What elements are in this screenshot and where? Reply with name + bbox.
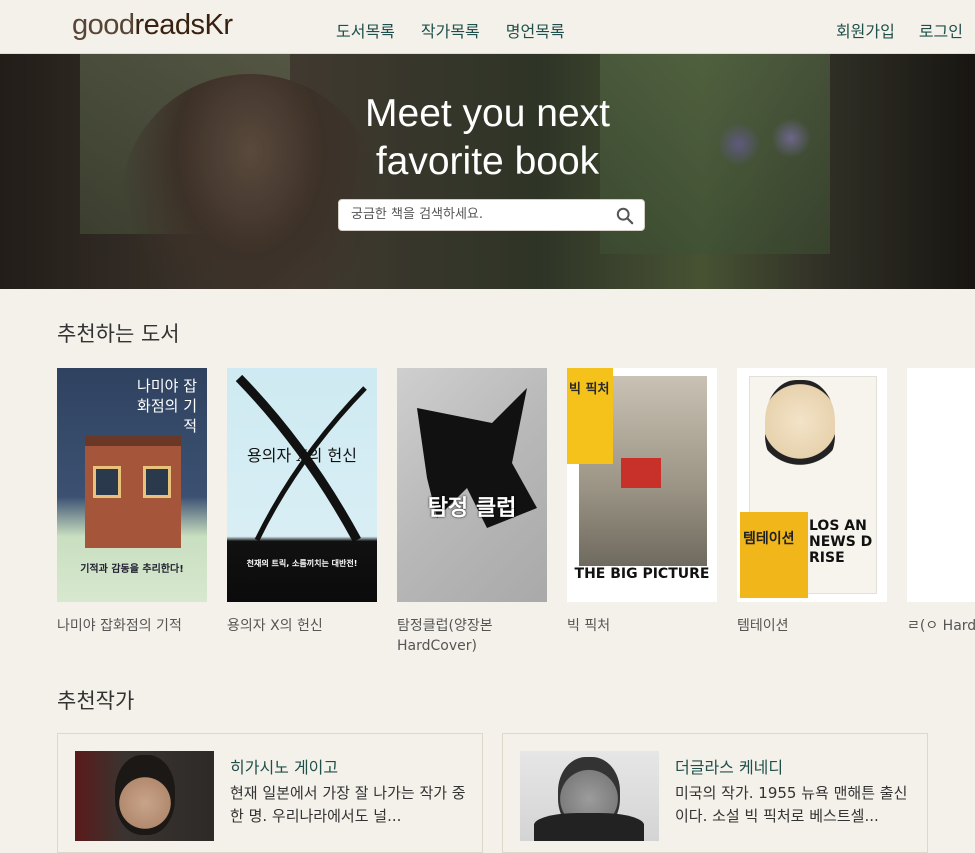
book-cover[interactable]: 빅 픽처 THE BIG PICTURE xyxy=(567,368,717,602)
logo-part-readskr: readsKr xyxy=(134,9,234,41)
cover-tagline: LOS AN NEWS D RISE xyxy=(809,518,873,566)
cover-face-illustration xyxy=(765,380,835,472)
search-input[interactable] xyxy=(351,207,611,222)
cover-title: 빅 픽처 xyxy=(569,382,610,397)
book-title[interactable]: 템테이션 xyxy=(737,616,887,636)
signup-link[interactable]: 회원가입 xyxy=(836,18,895,42)
author-face xyxy=(115,755,175,835)
nav-author-list[interactable]: 작가목록 xyxy=(421,18,480,42)
author-card[interactable]: 히가시노 게이고 현재 일본에서 가장 잘 나가는 작가 중 한 명. 우리나라… xyxy=(57,733,483,853)
book-title[interactable]: ㄹ(ㅇ HardCover) xyxy=(907,616,975,636)
book-cover[interactable]: 탐정 클럽 xyxy=(397,368,547,602)
search-icon[interactable] xyxy=(616,207,634,225)
author-description: 현재 일본에서 가장 잘 나가는 작가 중 한 명. 우리나라에서도 널... xyxy=(230,784,466,825)
cover-window xyxy=(93,466,121,498)
cover-window xyxy=(143,466,171,498)
book-cover[interactable]: 템테이션 LOS AN NEWS D RISE xyxy=(737,368,887,602)
cover-title: 나미야 잡화점의 기적 xyxy=(137,377,197,435)
book-cover[interactable]: 나미야 잡화점의 기적 기적과 감동을 추리한다! xyxy=(57,368,207,602)
cover-title: 템테이션 xyxy=(743,531,795,547)
book-card[interactable]: 빅 픽처 THE BIG PICTURE 빅 픽처 xyxy=(567,368,717,636)
book-title[interactable]: 나미야 잡화점의 기적 xyxy=(57,616,207,636)
author-card[interactable]: 더글라스 케네디 미국의 작가. 1955 뉴욕 맨해튼 출신이다. 소설 빅 … xyxy=(502,733,928,853)
book-card[interactable]: 나미야 잡화점의 기적 기적과 감동을 추리한다! 나미야 잡화점의 기적 xyxy=(57,368,207,636)
login-link[interactable]: 로그인 xyxy=(919,18,963,42)
cover-tagline: 천재의 트릭, 소름끼치는 대반전! xyxy=(246,559,358,568)
hero-title: Meet you next favorite book xyxy=(0,90,975,186)
cover-title: 용의자 X의 헌신 xyxy=(247,446,357,465)
author-photo[interactable] xyxy=(75,751,214,841)
author-name[interactable]: 더글라스 케네디 xyxy=(675,754,783,778)
book-card[interactable]: 용의자 X의 헌신 천재의 트릭, 소름끼치는 대반전! 용의자 X의 헌신 xyxy=(227,368,377,636)
cover-tagline: THE BIG PICTURE xyxy=(574,566,710,582)
auth-links: 회원가입 로그인 xyxy=(836,18,963,42)
cover-tagline: 기적과 감동을 추리한다! xyxy=(80,564,184,575)
book-card[interactable]: ㄹ(ㅇ HardCover) xyxy=(907,368,975,636)
site-logo[interactable]: goodreadsKr xyxy=(72,9,233,42)
hero-title-line2: favorite book xyxy=(375,140,600,183)
cover-red-camera xyxy=(621,458,661,488)
nav-quote-list[interactable]: 명언목록 xyxy=(506,18,565,42)
recommended-authors-heading: 추천작가 xyxy=(57,689,135,713)
cover-yellow-block xyxy=(740,512,808,598)
book-title[interactable]: 탐정클럽(양장본 HardCover) xyxy=(397,616,547,656)
search-box xyxy=(338,199,645,231)
cover-running-figure xyxy=(417,388,537,528)
author-name[interactable]: 히가시노 게이고 xyxy=(230,754,338,778)
nav-book-list[interactable]: 도서목록 xyxy=(336,18,395,42)
author-description: 미국의 작가. 1955 뉴욕 맨해튼 출신이다. 소설 빅 픽처로 베스트셀.… xyxy=(675,784,908,825)
cover-title: 탐정 클럽 xyxy=(427,496,517,521)
top-header: goodreadsKr 도서목록 작가목록 명언목록 회원가입 로그인 xyxy=(0,0,975,54)
recommended-books-row: 나미야 잡화점의 기적 기적과 감동을 추리한다! 나미야 잡화점의 기적 용의… xyxy=(57,368,975,668)
main-nav: 도서목록 작가목록 명언목록 xyxy=(336,18,565,42)
book-title[interactable]: 빅 픽처 xyxy=(567,616,717,636)
hero-title-line1: Meet you next xyxy=(365,92,610,135)
book-cover[interactable] xyxy=(907,368,975,602)
author-shoulders xyxy=(534,813,644,841)
hero-banner: Meet you next favorite book xyxy=(0,54,975,289)
book-card[interactable]: 템테이션 LOS AN NEWS D RISE 템테이션 xyxy=(737,368,887,636)
logo-part-good: good xyxy=(72,9,135,41)
recommended-books-heading: 추천하는 도서 xyxy=(57,322,180,346)
book-cover[interactable]: 용의자 X의 헌신 천재의 트릭, 소름끼치는 대반전! xyxy=(227,368,377,602)
book-card[interactable]: 탐정 클럽 탐정클럽(양장본 HardCover) xyxy=(397,368,547,656)
book-title[interactable]: 용의자 X의 헌신 xyxy=(227,616,377,636)
author-photo[interactable] xyxy=(520,751,659,841)
